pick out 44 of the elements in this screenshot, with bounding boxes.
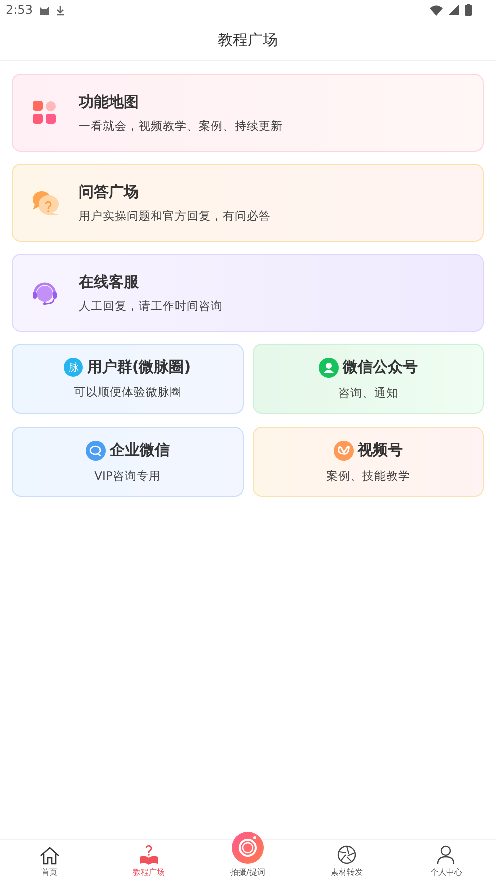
tab-item[interactable]: 教程广场 [99,840,198,882]
card-title: 企业微信 [110,441,170,460]
card-title: 问答广场 [79,182,140,202]
card-title: 功能地图 [79,92,140,112]
card[interactable]: 脉 用户群(微脉圈) 可以顺便体验微脉圈 [12,344,244,414]
person-icon [318,358,339,378]
tab-item[interactable]: 素材转发 [298,840,397,882]
card[interactable]: 企业微信 VIP咨询专用 [12,427,244,497]
book-icon [138,845,159,865]
app-badge-icon: 脉 [64,358,84,377]
page-title: 教程广场 [218,30,278,50]
download-icon [56,4,65,16]
tab-item[interactable]: 首页 [0,840,100,882]
card-subtitle: 人工回复，请工作时间咨询 [79,298,223,314]
cat-icon [38,4,50,16]
tab-item[interactable]: 个人中心 [396,840,496,882]
user-icon [437,845,456,865]
wifi-icon [430,4,443,16]
butterfly-icon [334,440,354,460]
chat-bubble-icon [86,440,106,460]
card-subtitle: 咨询、通知 [338,386,398,400]
card-subtitle: 可以顺便体验微脉圈 [74,385,182,400]
card-title: 用户群(微脉圈) [87,358,192,377]
card-subtitle: 用户实操问题和官方回复，有问必答 [79,208,271,224]
home-icon [40,845,60,865]
card-title: 视频号 [358,441,403,460]
card-subtitle: 一看就会，视频教学、案例、持续更新 [79,118,283,134]
chat-bubbles-icon [31,189,59,217]
aperture-icon [337,845,358,865]
tab-item[interactable]: 拍摄/提词 [198,831,298,882]
card-title: 微信公众号 [342,358,418,377]
card-subtitle: VIP咨询专用 [94,468,161,484]
grid-icon [31,99,59,127]
camera-button-icon [231,831,265,865]
card[interactable]: 问答广场 用户实操问题和官方回复，有问必答 [12,164,484,242]
card[interactable]: 视频号 案例、技能教学 [252,427,484,497]
card[interactable]: 功能地图 一看就会，视频教学、案例、持续更新 [12,74,484,152]
status-time: 2:53 [6,3,33,17]
signal-icon [449,5,459,15]
card-title: 在线客服 [79,272,140,292]
card[interactable]: 在线客服 人工回复，请工作时间咨询 [12,254,484,332]
card-subtitle: 案例、技能教学 [326,468,410,484]
battery-icon [465,4,472,16]
card[interactable]: 微信公众号 咨询、通知 [252,344,484,414]
